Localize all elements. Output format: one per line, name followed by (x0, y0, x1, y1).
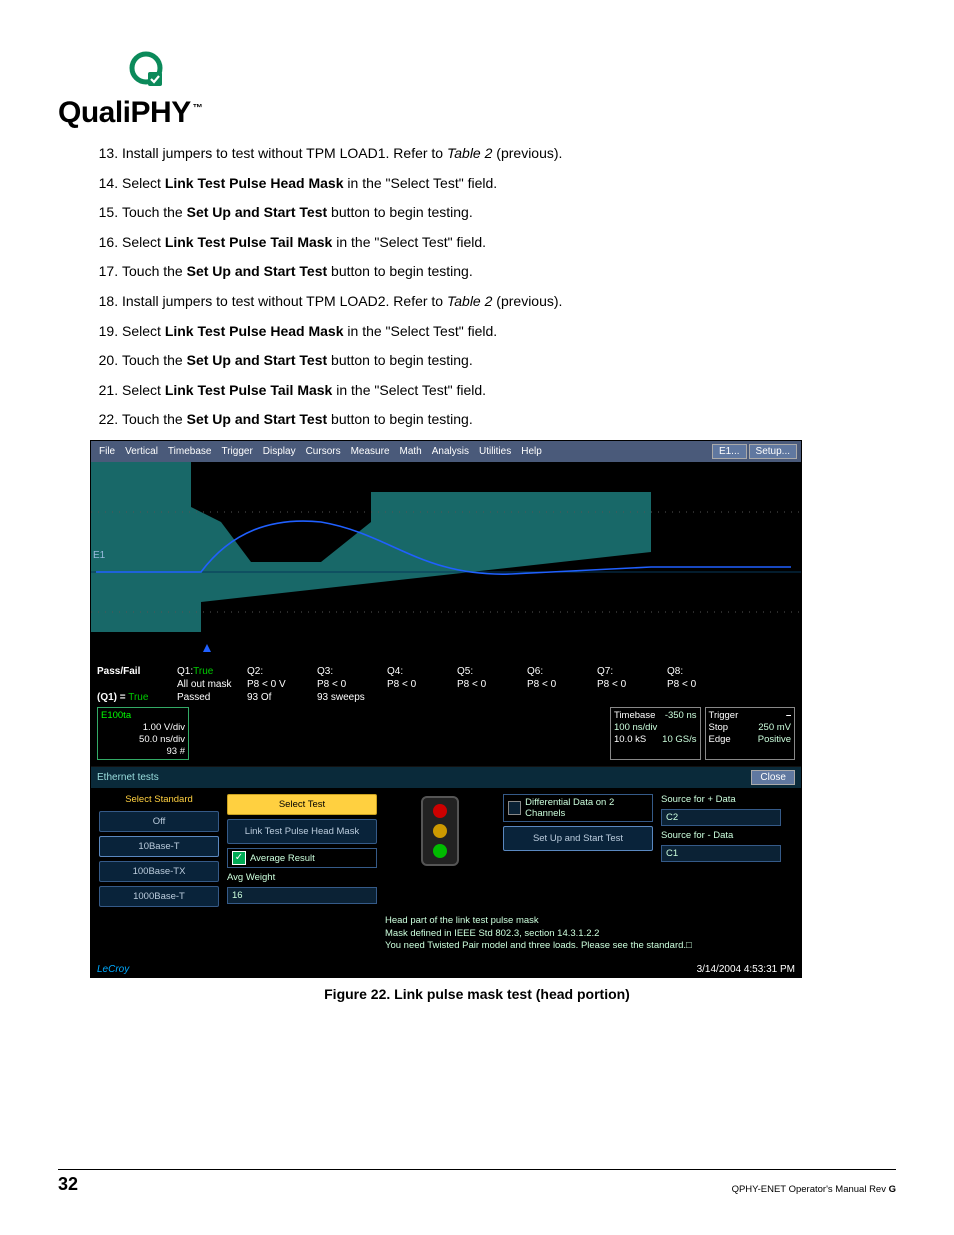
waveform-area: E1 (91, 462, 801, 662)
panel-note: Head part of the link test pulse mask Ma… (385, 913, 781, 952)
oscilloscope-screenshot: FileVerticalTimebaseTriggerDisplayCursor… (90, 440, 802, 979)
waveform-svg (91, 462, 801, 662)
timebase-box[interactable]: Timebase-350 ns 100 ns/div 10.0 kS 10 GS… (610, 707, 701, 761)
page-footer: 32 QPHY-ENET Operator's Manual Rev G (58, 1169, 896, 1195)
doc-rev: QPHY-ENET Operator's Manual Rev G (732, 1184, 896, 1195)
step-item: Select Link Test Pulse Tail Mask in the … (122, 233, 896, 253)
figure-caption: Figure 22. Link pulse mask test (head po… (58, 986, 896, 1002)
step-item: Select Link Test Pulse Head Mask in the … (122, 322, 896, 342)
source-neg-input[interactable]: C1 (661, 845, 781, 862)
select-test-value[interactable]: Link Test Pulse Head Mask (227, 819, 377, 844)
menu-measure[interactable]: Measure (347, 446, 394, 457)
average-result-checkbox[interactable]: ✓Average Result (227, 848, 377, 868)
step-item: Touch the Set Up and Start Test button t… (122, 351, 896, 371)
menu-timebase[interactable]: Timebase (164, 446, 216, 457)
page-number: 32 (58, 1174, 78, 1195)
ethernet-tests-label: Ethernet tests (97, 772, 159, 783)
menu-cursors[interactable]: Cursors (302, 446, 345, 457)
step-item: Touch the Set Up and Start Test button t… (122, 410, 896, 430)
logo: QualiPHY™ (58, 48, 896, 130)
differential-data-checkbox[interactable]: Differential Data on 2 Channels (503, 794, 653, 822)
step-item: Select Link Test Pulse Head Mask in the … (122, 174, 896, 194)
avg-weight-input[interactable]: 16 (227, 887, 377, 904)
step-item: Install jumpers to test without TPM LOAD… (122, 144, 896, 164)
std-1000baset-button[interactable]: 1000Base-T (99, 886, 219, 907)
trigger-box[interactable]: Trigger ⎯ Stop250 mV EdgePositive (705, 707, 796, 761)
menu-e1-button[interactable]: E1... (712, 444, 747, 459)
step-item: Touch the Set Up and Start Test button t… (122, 203, 896, 223)
select-test-header[interactable]: Select Test (227, 794, 377, 815)
datetime-label: 3/14/2004 4:53:31 PM (697, 964, 795, 975)
menu-display[interactable]: Display (259, 446, 300, 457)
std-10baset-button[interactable]: 10Base-T (99, 836, 219, 857)
scope-menubar: FileVerticalTimebaseTriggerDisplayCursor… (91, 441, 801, 462)
steps-list: Install jumpers to test without TPM LOAD… (58, 144, 896, 430)
avg-weight-label: Avg Weight (227, 872, 377, 883)
step-item: Install jumpers to test without TPM LOAD… (122, 292, 896, 312)
logo-text: QualiPHY™ (58, 96, 202, 129)
std-100basetx-button[interactable]: 100Base-TX (99, 861, 219, 882)
traffic-light-icon (421, 796, 459, 866)
menu-analysis[interactable]: Analysis (428, 446, 473, 457)
menu-utilities[interactable]: Utilities (475, 446, 515, 457)
source-pos-label: Source for + Data (661, 794, 781, 805)
select-standard-label: Select Standard (99, 794, 219, 807)
source-pos-input[interactable]: C2 (661, 809, 781, 826)
setup-start-test-button[interactable]: Set Up and Start Test (503, 826, 653, 851)
menu-vertical[interactable]: Vertical (121, 446, 162, 457)
menu-trigger[interactable]: Trigger (217, 446, 256, 457)
passfail-readout: Pass/Fail Q1:True Q2: Q3: Q4: Q5: Q6: Q7… (91, 662, 801, 705)
menu-file[interactable]: File (95, 446, 119, 457)
menu-math[interactable]: Math (396, 446, 426, 457)
step-item: Touch the Set Up and Start Test button t… (122, 262, 896, 282)
menu-help[interactable]: Help (517, 446, 546, 457)
close-button[interactable]: Close (751, 770, 795, 785)
ethernet-tests-panel: Select Standard Off 10Base-T 100Base-TX … (91, 788, 801, 962)
logo-q-icon (124, 48, 168, 92)
channel-box[interactable]: E100ta 1.00 V/div 50.0 ns/div 93 # (97, 707, 189, 761)
menu-setup-button[interactable]: Setup... (749, 444, 797, 459)
step-item: Select Link Test Pulse Tail Mask in the … (122, 381, 896, 401)
brand-label: LeCroy (97, 964, 129, 975)
source-neg-label: Source for - Data (661, 830, 781, 841)
std-off-button[interactable]: Off (99, 811, 219, 832)
